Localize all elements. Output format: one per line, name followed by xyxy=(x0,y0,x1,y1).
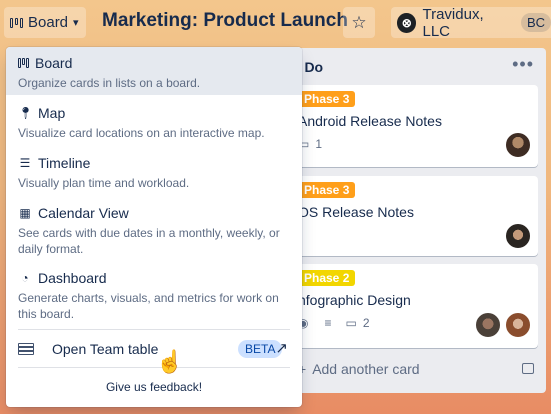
avatar[interactable] xyxy=(504,311,532,339)
card-title: Android Release Notes xyxy=(298,113,442,129)
divider xyxy=(18,329,290,330)
board-views-menu: Board Organize cards in lists on a board… xyxy=(6,47,302,407)
external-link-icon: ↗ xyxy=(275,340,288,357)
board-header: Board ▾ Marketing: Product Launch ☆ ⊗ Tr… xyxy=(0,0,551,46)
attachment-count: 2 xyxy=(362,316,370,330)
checklist-count: 1 xyxy=(315,137,323,151)
menu-item-label: Board xyxy=(35,55,73,71)
card-label[interactable]: Phase 3 xyxy=(298,182,356,198)
card-title: OS Release Notes xyxy=(298,204,414,220)
board-view-label: Board xyxy=(28,14,69,31)
hand-pointer-cursor-icon: ☝ xyxy=(156,349,184,374)
card-label[interactable]: Phase 2 xyxy=(298,270,356,286)
table-icon xyxy=(18,343,34,355)
team-logo-icon: ⊗ xyxy=(397,12,417,33)
menu-item-description: Organize cards in lists on a board. xyxy=(18,76,201,90)
list-to-do: o Do ••• Phase 3 Android Release Notes ▭… xyxy=(262,48,546,393)
map-pin-icon: 📍︎ xyxy=(18,106,34,120)
board-icon xyxy=(10,17,23,28)
menu-item-label: Calendar View xyxy=(38,205,129,221)
menu-item-calendar-view[interactable]: ▦ Calendar View See cards with due dates… xyxy=(6,205,302,257)
team-button[interactable]: ⊗ Travidux, LLC BC xyxy=(391,5,551,40)
divider xyxy=(18,367,290,368)
card[interactable]: Phase 3 OS Release Notes xyxy=(268,176,538,256)
menu-item-map[interactable]: 📍︎ Map Visualize card locations on an in… xyxy=(6,105,302,141)
team-name: Travidux, LLC xyxy=(422,5,484,40)
menu-item-label: Map xyxy=(38,105,66,121)
avatar[interactable] xyxy=(504,131,532,159)
list-menu-icon[interactable]: ••• xyxy=(512,54,534,75)
board-view-switcher[interactable]: Board ▾ xyxy=(4,7,86,38)
add-card-button[interactable]: + Add another card xyxy=(298,361,420,377)
chevron-down-icon: ▾ xyxy=(73,17,79,29)
menu-item-description: See cards with due dates in a monthly, w… xyxy=(18,226,280,256)
avatar[interactable] xyxy=(504,222,532,250)
calendar-icon: ▦ xyxy=(19,206,31,220)
menu-item-board[interactable]: Board Organize cards in lists on a board… xyxy=(6,47,302,95)
description-icon: ≡ xyxy=(324,316,332,330)
card[interactable]: Phase 3 Android Release Notes ▭ 1 xyxy=(268,85,538,167)
menu-item-label: Dashboard xyxy=(38,270,107,286)
avatar[interactable] xyxy=(474,311,502,339)
board-icon xyxy=(18,58,29,68)
team-table-label: Open Team table xyxy=(52,341,159,357)
dashboard-icon: ◔ xyxy=(21,271,29,285)
timeline-icon: ☰ xyxy=(19,156,31,170)
star-board-button[interactable]: ☆ xyxy=(343,7,375,38)
team-initials-badge: BC xyxy=(520,13,551,32)
menu-item-timeline[interactable]: ☰ Timeline Visually plan time and worklo… xyxy=(6,155,302,191)
add-card-label: Add another card xyxy=(312,361,420,377)
checklist-icon: ▭ xyxy=(345,316,357,330)
card[interactable]: Phase 2 nfographic Design ◉ ≡ ▭ 2 xyxy=(268,264,538,348)
card-title: nfographic Design xyxy=(298,292,411,308)
star-icon: ☆ xyxy=(351,12,367,32)
menu-item-description: Visually plan time and workload. xyxy=(18,176,190,190)
menu-item-description: Generate charts, visuals, and metrics fo… xyxy=(18,291,279,321)
feedback-link[interactable]: Give us feedback! xyxy=(6,380,302,394)
card-template-icon[interactable] xyxy=(522,363,534,374)
menu-item-description: Visualize card locations on an interacti… xyxy=(18,126,265,140)
card-label[interactable]: Phase 3 xyxy=(298,91,356,107)
card-badges: ◉ ≡ ▭ 2 xyxy=(298,316,370,330)
board-title[interactable]: Marketing: Product Launch xyxy=(102,10,348,32)
menu-item-label: Timeline xyxy=(38,155,91,171)
menu-item-dashboard[interactable]: ◔ Dashboard Generate charts, visuals, an… xyxy=(6,270,302,322)
